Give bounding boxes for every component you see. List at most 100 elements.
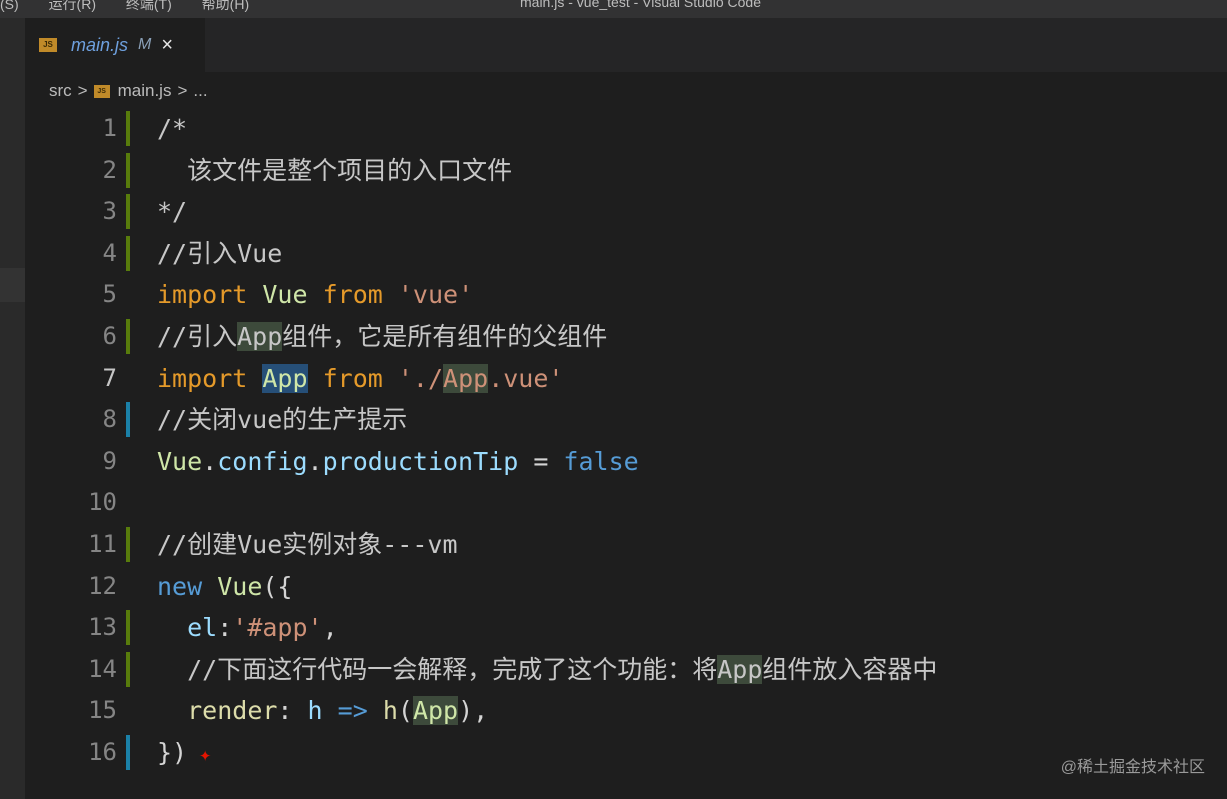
code-token: false: [563, 446, 639, 476]
code-token: h: [307, 696, 323, 726]
js-file-icon: JS: [39, 38, 57, 52]
js-file-icon: JS: [93, 84, 110, 98]
gutter-added-marker[interactable]: [126, 235, 130, 271]
code-token: Vue: [157, 446, 203, 476]
code-token: =>: [337, 696, 368, 726]
code-token: :: [277, 696, 308, 726]
gutter-added-marker[interactable]: [126, 527, 130, 562]
line-number: 7: [102, 363, 117, 392]
code-token: productionTip: [322, 446, 519, 476]
code-token: App: [443, 363, 489, 393]
gutter-added-marker[interactable]: [126, 651, 130, 687]
activity-item[interactable]: [0, 268, 25, 302]
gutter-added-marker[interactable]: [126, 194, 130, 230]
code-line[interactable]: 2 该文件是整个项目的入口文件: [25, 150, 1227, 191]
code-text: //创建Vue实例对象---vm: [157, 524, 458, 565]
line-number: 14: [88, 654, 117, 683]
code-token: App: [237, 322, 283, 351]
code-token: /*: [157, 114, 188, 143]
code-text: /*: [157, 108, 187, 149]
code-text: 该文件是整个项目的入口文件: [157, 150, 512, 191]
breadcrumb-folder[interactable]: src: [49, 81, 72, 101]
code-line[interactable]: 6 //引入App组件，它是所有组件的父组件: [25, 316, 1227, 357]
code-token: ({: [262, 571, 293, 601]
code-token: h: [382, 696, 398, 726]
breadcrumb-file[interactable]: main.js: [118, 81, 172, 101]
gutter-added-marker[interactable]: [126, 111, 130, 146]
code-text: //引入Vue: [157, 233, 282, 274]
code-line[interactable]: 8 //关闭vue的生产提示: [25, 399, 1227, 440]
code-text: new Vue({: [157, 566, 292, 607]
code-token: .: [202, 446, 218, 476]
line-number: 1: [102, 114, 117, 142]
code-line[interactable]: 7 import App from './App.vue': [25, 358, 1227, 399]
line-number: 13: [88, 613, 117, 642]
breadcrumb-symbol[interactable]: ...: [193, 81, 207, 101]
code-token: Vue: [217, 571, 263, 601]
code-text: */: [157, 191, 187, 232]
menu-item-run[interactable]: 运行(R): [49, 0, 96, 12]
line-number: 3: [102, 197, 117, 226]
code-line[interactable]: 13 el:'#app',: [25, 607, 1227, 648]
code-token: //引入Vue: [157, 238, 283, 268]
code-token: import: [157, 363, 248, 393]
code-token: 该文件是整个项目的入口文件: [157, 155, 513, 185]
code-token: config: [217, 446, 308, 476]
code-text: }) ✦: [157, 732, 211, 775]
gutter-added-marker[interactable]: [126, 610, 130, 646]
chevron-right-icon: >: [77, 81, 88, 100]
line-number: 5: [102, 280, 117, 309]
code-line[interactable]: 15 render: h => h(App),: [25, 690, 1227, 731]
menu-item-terminal[interactable]: 终端(T): [126, 0, 172, 12]
watermark: @稀土掘金技术社区: [1060, 759, 1205, 776]
code-token: render: [187, 696, 278, 726]
code-line[interactable]: 11 //创建Vue实例对象---vm: [25, 524, 1227, 565]
code-token: .: [307, 446, 323, 476]
code-line[interactable]: 3 */: [25, 191, 1227, 232]
gutter-modified-marker[interactable]: [126, 735, 130, 770]
code-text: import Vue from 'vue': [157, 274, 473, 315]
code-line[interactable]: 12 new Vue({: [25, 566, 1227, 607]
code-token: new: [157, 571, 203, 601]
line-number: 16: [88, 738, 117, 766]
code-token: 'vue': [397, 280, 474, 310]
code-token: (: [397, 696, 413, 726]
code-editor[interactable]: 1 /* 2 该文件是整个项目的入口文件 3 */4//引入Vue 5 import Vue…: [25, 108, 1227, 799]
gutter-modified-marker[interactable]: [126, 402, 130, 438]
menu-item-help[interactable]: 帮助(H): [202, 0, 249, 12]
gutter-added-marker[interactable]: [126, 319, 130, 354]
gutter-added-marker[interactable]: [126, 152, 130, 188]
code-line[interactable]: 14 //下面这行代码一会解释，完成了这个功能：将App组件放入容器中: [25, 649, 1227, 690]
line-number: 2: [102, 155, 117, 184]
code-token: :: [217, 613, 233, 643]
code-text: el:'#app',: [157, 607, 338, 648]
code-line[interactable]: 5 import Vue from 'vue': [25, 274, 1227, 315]
code-line[interactable]: 10: [25, 482, 1227, 523]
line-number: 8: [102, 405, 117, 434]
code-text: //关闭vue的生产提示: [157, 399, 407, 440]
code-token: '#app': [232, 613, 323, 643]
tab-main-js[interactable]: JS main.js M ×: [25, 18, 205, 72]
window-title: main.js - vue_test - Visual Studio Code: [520, 0, 761, 10]
menu-item-select[interactable]: (S): [0, 0, 19, 12]
code-token: .vue': [488, 363, 564, 393]
line-number: 9: [102, 446, 117, 475]
code-token: =: [518, 446, 564, 476]
chevron-right-icon: >: [177, 81, 188, 100]
code-token: from: [322, 363, 383, 393]
code-text: Vue.config.productionTip = false: [157, 441, 639, 482]
code-line[interactable]: 9 Vue.config.productionTip = false: [25, 441, 1227, 482]
code-token: import: [157, 280, 248, 310]
line-number: 15: [88, 696, 117, 725]
code-line[interactable]: 4 //引入Vue: [25, 233, 1227, 274]
code-line[interactable]: 1 /*: [25, 108, 1227, 149]
code-line[interactable]: 16 }) ✦: [25, 732, 1227, 773]
cursor-marker-icon: ✦: [187, 742, 212, 766]
code-token: 组件放入容器中: [762, 654, 938, 684]
close-icon[interactable]: ×: [161, 34, 173, 57]
